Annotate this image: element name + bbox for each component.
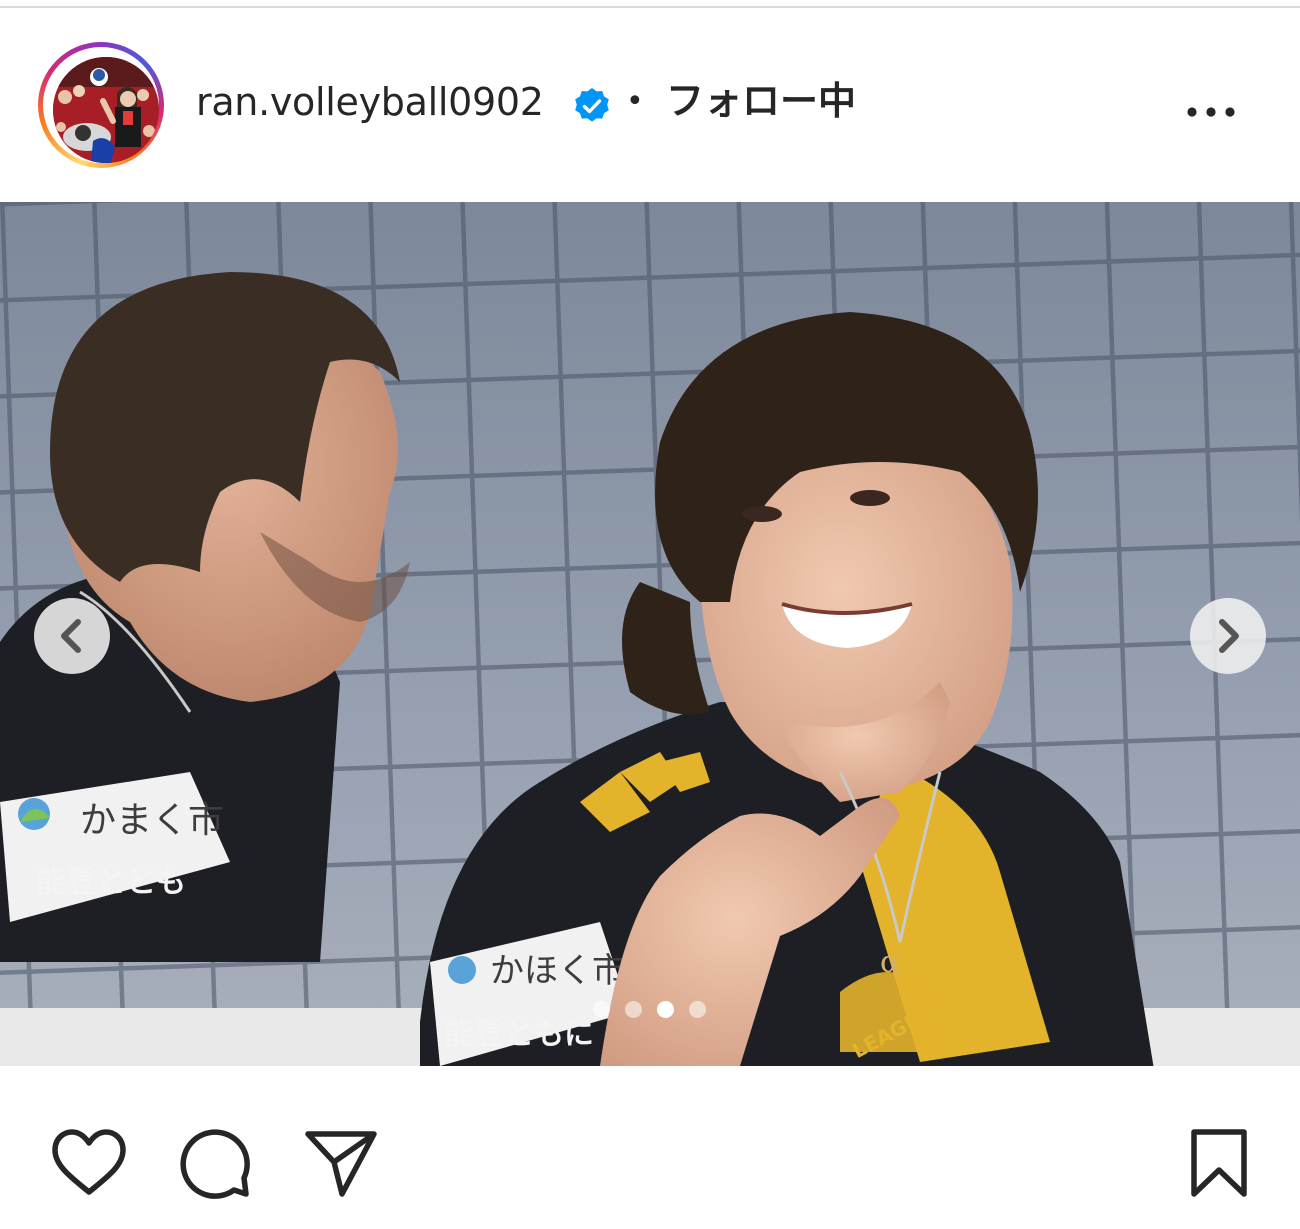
left-sleeve-text: かまく市 <box>80 800 224 841</box>
right-sleeve-text-2: 能登ともに <box>444 1017 594 1052</box>
like-button[interactable] <box>50 1128 128 1202</box>
comment-icon <box>180 1129 250 1199</box>
separator-dot: • <box>626 84 644 119</box>
following-button[interactable]: フォロー中 <box>666 78 856 124</box>
post-action-bar <box>0 1066 1300 1229</box>
previous-slide-button[interactable] <box>34 598 110 674</box>
photo-image: かまく市 能登ととも LEAGUE α かほく市 能登ともに <box>0 202 1300 1066</box>
chevron-left-icon <box>61 619 81 653</box>
avatar[interactable] <box>53 57 159 163</box>
carousel-dot-3-active <box>657 1001 674 1018</box>
heart-icon <box>52 1129 126 1195</box>
avatar-image <box>53 57 159 163</box>
left-sleeve-text-2: 能登ととも <box>36 865 186 900</box>
carousel-dot-4 <box>689 1001 706 1018</box>
instagram-post: ran.volleyball0902 • フォロー中 かまく市 能登ととも LE… <box>0 0 1300 1229</box>
username-link[interactable]: ran.volleyball0902 <box>196 80 544 124</box>
carousel-dot-1 <box>593 1001 610 1018</box>
more-horizontal-icon <box>1187 107 1235 117</box>
next-slide-button[interactable] <box>1190 598 1266 674</box>
verified-badge-icon <box>575 88 609 122</box>
right-sleeve-text: かほく市 <box>490 951 626 991</box>
post-header: ran.volleyball0902 • フォロー中 <box>0 8 1300 200</box>
chevron-right-icon <box>1219 619 1239 653</box>
post-photo[interactable]: かまく市 能登ととも LEAGUE α かほく市 能登ともに <box>0 202 1300 1066</box>
share-icon <box>305 1131 377 1197</box>
story-ring[interactable] <box>38 42 164 168</box>
comment-button[interactable] <box>178 1128 252 1204</box>
more-options-button[interactable] <box>1178 94 1244 130</box>
bookmark-icon <box>1191 1129 1247 1197</box>
svg-text:α: α <box>880 945 900 980</box>
carousel-dot-2 <box>625 1001 642 1018</box>
save-button[interactable] <box>1188 1128 1250 1202</box>
share-button[interactable] <box>304 1128 378 1204</box>
